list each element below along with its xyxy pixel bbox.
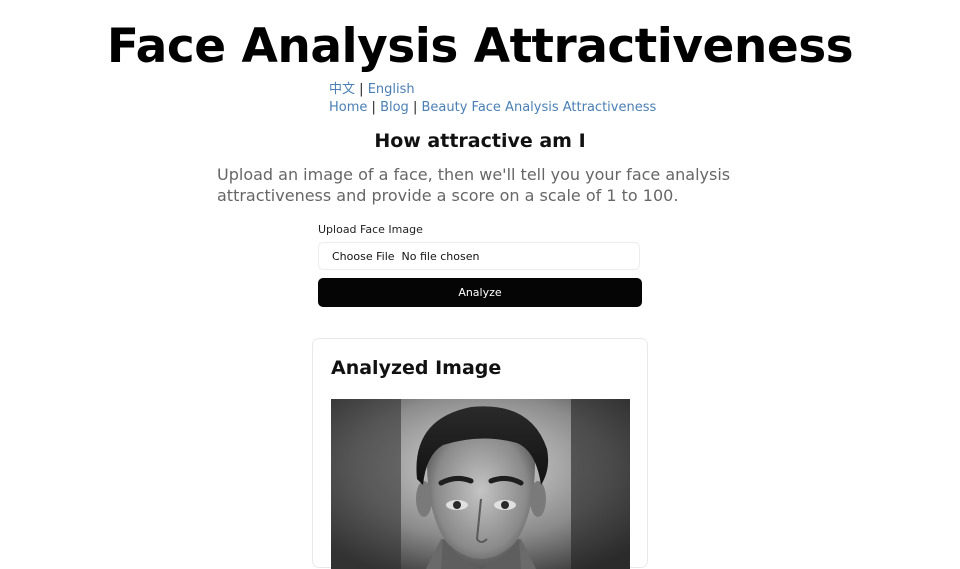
- result-title: Analyzed Image: [331, 357, 502, 379]
- result-card: Analyzed Image: [312, 338, 648, 569]
- file-status-text: No file chosen: [401, 249, 480, 263]
- description-text: Upload an image of a face, then we'll te…: [217, 165, 731, 205]
- language-separator: |: [359, 82, 364, 97]
- nav-home-link[interactable]: Home: [329, 100, 367, 115]
- language-english-link[interactable]: English: [368, 82, 415, 97]
- language-chinese-link[interactable]: 中文: [329, 82, 355, 97]
- file-input[interactable]: Choose File No file chosen: [318, 242, 640, 270]
- choose-file-button[interactable]: Choose File: [332, 250, 395, 263]
- page-title: Face Analysis Attractiveness: [106, 19, 854, 74]
- upload-label: Upload Face Image: [318, 223, 423, 236]
- analyze-button[interactable]: Analyze: [318, 278, 642, 307]
- breadcrumb: Home | Blog | Beauty Face Analysis Attra…: [329, 99, 656, 116]
- language-switcher: 中文 | English: [329, 81, 415, 98]
- analyzed-image: [331, 399, 630, 569]
- section-heading: How attractive am I: [374, 130, 586, 152]
- nav-blog-link[interactable]: Blog: [380, 100, 409, 115]
- nav-separator: |: [412, 100, 418, 115]
- nav-separator: |: [371, 100, 376, 115]
- nav-beauty-link[interactable]: Beauty Face Analysis Attractiveness: [421, 100, 656, 115]
